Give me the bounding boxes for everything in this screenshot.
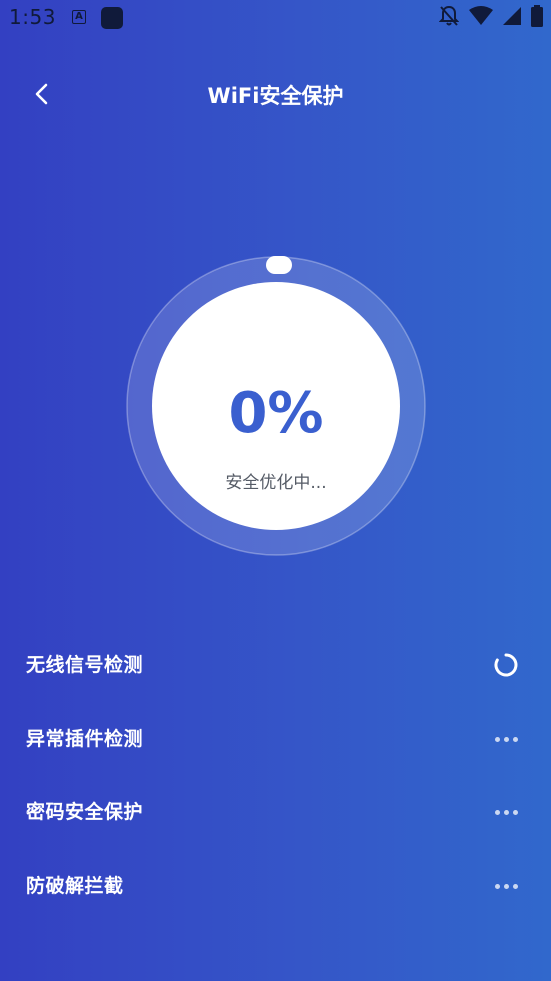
progress-status-text: 安全优化中... <box>225 473 327 493</box>
app-notification-icon: A <box>72 10 86 24</box>
page-title: WiFi安全保护 <box>207 84 344 108</box>
status-time: 1:53 <box>9 5 56 29</box>
wifi-icon <box>469 6 493 30</box>
status-bar: 1:53 A <box>0 0 551 40</box>
check-label: 防破解拦截 <box>26 875 124 897</box>
check-item-abnormal-plugin: 异常插件检测 <box>0 700 551 774</box>
status-icons <box>438 5 543 31</box>
app-notification-square-icon <box>101 7 123 29</box>
progress-knob <box>266 256 292 274</box>
progress-percent: 0% <box>228 381 324 446</box>
more-dots-icon <box>493 873 519 899</box>
check-item-password-security: 密码安全保护 <box>0 773 551 847</box>
progress-ring: 0% 安全优化中... <box>126 256 426 556</box>
header: WiFi安全保护 <box>0 70 551 122</box>
check-label: 异常插件检测 <box>26 728 144 750</box>
check-label: 无线信号检测 <box>26 654 144 676</box>
check-label: 密码安全保护 <box>26 801 144 823</box>
cell-signal-icon <box>503 7 521 29</box>
more-dots-icon <box>493 799 519 825</box>
check-item-wireless-signal: 无线信号检测 <box>0 626 551 700</box>
check-item-anti-crack: 防破解拦截 <box>0 847 551 921</box>
progress-center: 0% 安全优化中... <box>152 282 400 530</box>
more-dots-icon <box>493 726 519 752</box>
notifications-off-icon <box>438 5 460 31</box>
loading-spinner-icon <box>493 652 519 678</box>
battery-icon <box>531 5 543 31</box>
